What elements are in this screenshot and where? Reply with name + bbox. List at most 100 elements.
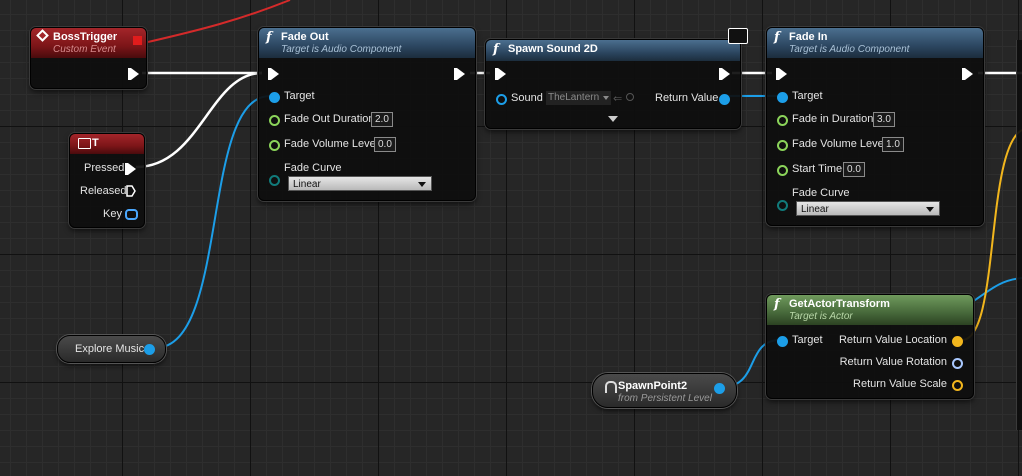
variable-output-pin[interactable] xyxy=(144,344,155,355)
node-title: Spawn Sound 2D xyxy=(508,43,598,55)
fade-in-duration-input[interactable]: 3.0 xyxy=(873,112,895,127)
actor-reference-icon xyxy=(605,381,617,393)
target-pin[interactable] xyxy=(777,92,788,103)
function-icon: f xyxy=(493,42,499,57)
node-header: T xyxy=(70,134,144,154)
node-header: f GetActorTransform Target is Actor xyxy=(767,295,973,325)
keyboard-icon xyxy=(78,138,91,149)
node-header: f Fade Out Target is Audio Component xyxy=(259,28,475,58)
return-location-label: Return Value Location xyxy=(838,334,947,346)
dropdown-arrow-icon xyxy=(926,207,934,212)
offscreen-node-edge xyxy=(1016,40,1022,430)
exec-out-pin[interactable] xyxy=(128,68,139,80)
get-actor-transform-node[interactable]: f GetActorTransform Target is Actor Targ… xyxy=(766,294,974,399)
node-subtitle: from Persistent Level xyxy=(618,393,712,404)
node-title: SpawnPoint2 xyxy=(618,380,688,392)
advanced-expand-arrow-icon[interactable] xyxy=(608,116,618,122)
dropdown-arrow-icon xyxy=(418,182,426,187)
target-label: Target xyxy=(284,90,315,102)
return-location-pin[interactable] xyxy=(952,336,963,347)
return-rotation-label: Return Value Rotation xyxy=(839,356,947,368)
return-scale-pin[interactable] xyxy=(952,380,963,391)
start-time-label: Start Time xyxy=(792,163,843,175)
event-diamond-icon xyxy=(36,29,49,42)
fade-curve-value: Linear xyxy=(801,204,829,215)
sound-asset-value: TheLantern xyxy=(548,92,600,103)
node-title: T xyxy=(92,137,99,149)
spawn-sound-2d-node[interactable]: f Spawn Sound 2D Sound TheLantern ⇐ Retu… xyxy=(485,28,748,129)
pressed-exec-pin[interactable] xyxy=(125,163,136,175)
node-subtitle: Target is Audio Component xyxy=(789,44,910,55)
node-header: BossTrigger Custom Event xyxy=(31,28,146,58)
exec-in-pin[interactable] xyxy=(495,68,506,80)
boss-trigger-node[interactable]: BossTrigger Custom Event xyxy=(30,27,147,89)
node-subtitle: Custom Event xyxy=(53,44,116,55)
fade-volume-level-label: Fade Volume Level xyxy=(284,138,379,150)
node-subtitle: Target is Actor xyxy=(789,311,853,322)
exec-wire-pressed-to-fadeout xyxy=(135,71,263,169)
key-label: Key xyxy=(103,208,122,220)
sound-label: Sound xyxy=(511,92,543,104)
exec-out-pin[interactable] xyxy=(454,68,465,80)
key-pin[interactable] xyxy=(125,209,138,220)
fade-volume-level-pin[interactable] xyxy=(269,140,280,151)
t-key-node[interactable]: T Pressed Released Key xyxy=(69,133,145,228)
return-rotation-pin[interactable] xyxy=(952,358,963,369)
start-time-pin[interactable] xyxy=(777,165,788,176)
node-title: GetActorTransform xyxy=(789,298,890,310)
exec-in-pin[interactable] xyxy=(776,68,787,80)
return-value-pin[interactable] xyxy=(719,94,730,105)
fade-out-duration-label: Fade Out Duration xyxy=(284,113,375,125)
fade-curve-pin[interactable] xyxy=(777,200,788,211)
function-icon: f xyxy=(774,30,780,45)
fade-in-duration-label: Fade in Duration xyxy=(792,113,874,125)
browse-magnifier-icon[interactable] xyxy=(626,93,634,101)
latent-monitor-icon xyxy=(728,28,748,44)
return-value-label: Return Value xyxy=(655,92,719,104)
released-exec-pin[interactable] xyxy=(126,185,136,197)
released-label: Released xyxy=(80,185,127,197)
target-label: Target xyxy=(792,334,823,346)
sound-pin[interactable] xyxy=(496,94,507,105)
fade-volume-level-input[interactable]: 0.0 xyxy=(374,137,396,152)
spawn-point-2-node[interactable]: SpawnPoint2 from Persistent Level xyxy=(592,373,737,408)
node-title: Fade Out xyxy=(281,31,329,43)
fade-curve-dropdown[interactable]: Linear xyxy=(796,201,940,216)
fade-curve-dropdown[interactable]: Linear xyxy=(288,176,432,191)
target-label: Target xyxy=(792,90,823,102)
fade-out-duration-pin[interactable] xyxy=(269,115,280,126)
exec-in-pin[interactable] xyxy=(268,68,279,80)
pressed-label: Pressed xyxy=(84,162,125,174)
fade-volume-level-input[interactable]: 1.0 xyxy=(882,137,904,152)
node-title: Fade In xyxy=(789,31,828,43)
fade-out-node[interactable]: f Fade Out Target is Audio Component Tar… xyxy=(258,27,476,201)
exec-out-pin[interactable] xyxy=(962,68,973,80)
exec-out-pin[interactable] xyxy=(719,68,730,80)
function-icon: f xyxy=(266,30,272,45)
dropdown-arrow-icon xyxy=(603,96,610,100)
fade-curve-label: Fade Curve xyxy=(284,162,342,174)
use-selected-arrow-icon[interactable]: ⇐ xyxy=(613,92,622,105)
actor-output-pin[interactable] xyxy=(714,383,725,394)
object-wire-music-to-target xyxy=(154,95,271,349)
start-time-input[interactable]: 0.0 xyxy=(843,162,865,177)
fade-volume-level-pin[interactable] xyxy=(777,140,788,151)
node-subtitle: Target is Audio Component xyxy=(281,44,402,55)
node-header: f Spawn Sound 2D xyxy=(486,40,740,61)
function-icon: f xyxy=(774,297,780,312)
fade-in-node[interactable]: f Fade In Target is Audio Component Targ… xyxy=(766,27,984,226)
fade-curve-value: Linear xyxy=(293,179,321,190)
sound-asset-picker[interactable]: TheLantern xyxy=(546,91,612,105)
fade-in-duration-pin[interactable] xyxy=(777,115,788,126)
target-pin[interactable] xyxy=(269,92,280,103)
explore-music-variable-node[interactable]: Explore Music xyxy=(57,335,166,363)
fade-curve-pin[interactable] xyxy=(269,175,280,186)
node-header: f Fade In Target is Audio Component xyxy=(767,28,983,58)
delegate-pin[interactable] xyxy=(133,36,142,45)
fade-volume-level-label: Fade Volume Level xyxy=(792,138,887,150)
return-scale-label: Return Value Scale xyxy=(853,378,947,390)
variable-label: Explore Music xyxy=(75,343,145,355)
target-pin[interactable] xyxy=(777,336,788,347)
fade-out-duration-input[interactable]: 2.0 xyxy=(371,112,393,127)
fade-curve-label: Fade Curve xyxy=(792,187,850,199)
